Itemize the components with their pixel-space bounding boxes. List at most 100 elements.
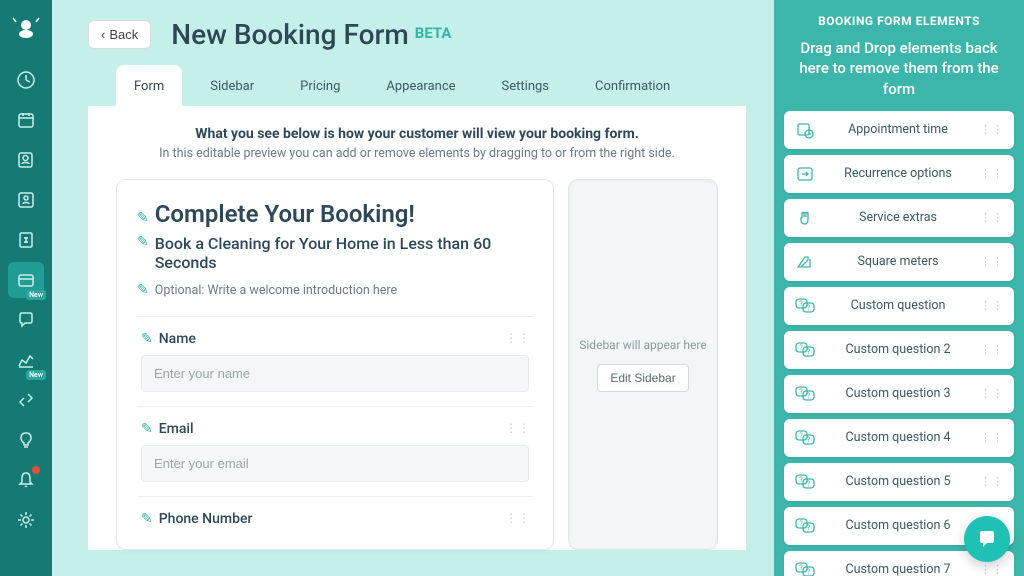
question-icon: ?? xyxy=(794,427,816,449)
element-label: Custom question 5 xyxy=(824,474,972,489)
tab-sidebar[interactable]: Sidebar xyxy=(192,65,272,106)
notification-dot xyxy=(32,466,40,474)
name-input[interactable] xyxy=(141,355,529,392)
nav-forms[interactable]: New xyxy=(8,262,44,298)
pencil-icon[interactable]: ✎ xyxy=(137,210,149,226)
element-label: Custom question xyxy=(824,298,972,313)
element-label: Appointment time xyxy=(824,122,972,137)
svg-text:?: ? xyxy=(807,524,811,532)
intro-sub: In this editable preview you can add or … xyxy=(116,146,718,161)
main-area: ‹ Back New Booking Form BETA Form Sideba… xyxy=(52,0,774,576)
nav-settings[interactable] xyxy=(8,502,44,538)
page-title: New Booking Form xyxy=(171,18,409,51)
element-card[interactable]: Square meters ⋮⋮ xyxy=(784,243,1014,281)
drag-handle-icon[interactable]: ⋮⋮ xyxy=(505,421,531,435)
nav-referrals[interactable] xyxy=(8,382,44,418)
element-card[interactable]: ??Custom question 4⋮⋮ xyxy=(784,419,1014,457)
question-icon: ?? xyxy=(794,515,816,537)
drag-handle-icon[interactable]: ⋮⋮ xyxy=(980,123,1004,136)
pencil-icon[interactable]: ✎ xyxy=(137,234,149,250)
pencil-icon[interactable]: ✎ xyxy=(137,282,149,298)
tab-confirmation[interactable]: Confirmation xyxy=(577,65,688,106)
field-label: Phone Number xyxy=(159,511,253,527)
nav-analytics[interactable]: New xyxy=(8,342,44,378)
tabs-bar: Form Sidebar Pricing Appearance Settings… xyxy=(88,65,746,106)
field-phone[interactable]: ⋮⋮ ✎ Phone Number xyxy=(137,496,533,549)
element-label: Custom question 3 xyxy=(824,386,972,401)
left-nav: New New xyxy=(0,0,52,576)
element-card[interactable]: Service extras⋮⋮ xyxy=(784,199,1014,237)
drag-handle-icon[interactable]: ⋮⋮ xyxy=(980,255,1004,268)
drag-handle-icon[interactable]: ⋮⋮ xyxy=(980,167,1004,180)
tab-settings[interactable]: Settings xyxy=(484,65,567,106)
intro-title: What you see below is how your customer … xyxy=(116,126,718,142)
email-input[interactable] xyxy=(141,445,529,482)
pencil-icon[interactable]: ✎ xyxy=(141,511,153,527)
tab-form[interactable]: Form xyxy=(116,65,182,106)
chat-icon xyxy=(976,528,998,550)
svg-text:?: ? xyxy=(807,392,811,400)
field-email[interactable]: ⋮⋮ ✎ Email xyxy=(137,406,533,496)
nav-suggestions[interactable] xyxy=(8,422,44,458)
element-card[interactable]: ?? Custom question 2 ⋮⋮ xyxy=(784,331,1014,369)
drag-handle-icon[interactable]: ⋮⋮ xyxy=(980,343,1004,356)
elements-panel-title: BOOKING FORM ELEMENTS xyxy=(784,14,1014,28)
form-subheading[interactable]: Book a Cleaning for Your Home in Less th… xyxy=(155,234,533,272)
drag-handle-icon[interactable]: ⋮⋮ xyxy=(505,511,531,525)
pencil-icon[interactable]: ✎ xyxy=(141,331,153,347)
ruler-icon xyxy=(794,251,816,273)
form-preview-panel: ✎ Complete Your Booking! ✎ Book a Cleaning… xyxy=(116,179,554,550)
edit-sidebar-button[interactable]: Edit Sidebar xyxy=(597,364,688,392)
question-icon: ?? xyxy=(794,295,816,317)
nav-dashboard[interactable] xyxy=(8,62,44,98)
new-badge: New xyxy=(26,290,46,300)
svg-text:?: ? xyxy=(807,480,811,488)
svg-text:?: ? xyxy=(807,304,811,312)
drag-handle-icon[interactable]: ⋮⋮ xyxy=(980,211,1004,224)
element-card[interactable]: Appointment time ⋮⋮ xyxy=(784,111,1014,149)
field-label: Name xyxy=(159,331,196,347)
question-icon: ?? xyxy=(794,559,816,576)
back-label: Back xyxy=(109,27,138,42)
element-card[interactable]: ??Custom question 5⋮⋮ xyxy=(784,463,1014,501)
drag-handle-icon[interactable]: ⋮⋮ xyxy=(980,563,1004,576)
chevron-left-icon: ‹ xyxy=(101,27,105,42)
hand-icon xyxy=(794,207,816,229)
drag-handle-icon[interactable]: ⋮⋮ xyxy=(505,331,531,345)
nav-notifications[interactable] xyxy=(8,462,44,498)
new-badge: New xyxy=(26,370,46,380)
welcome-text[interactable]: Optional: Write a welcome introduction h… xyxy=(155,283,397,298)
drag-handle-icon[interactable]: ⋮⋮ xyxy=(980,299,1004,312)
element-label: Custom question 6 xyxy=(824,518,972,533)
element-card[interactable]: ??Custom question 3⋮⋮ xyxy=(784,375,1014,413)
nav-invoice[interactable] xyxy=(8,222,44,258)
element-label: Custom question 2 xyxy=(824,342,972,357)
tab-appearance[interactable]: Appearance xyxy=(368,65,473,106)
nav-team[interactable] xyxy=(8,182,44,218)
chat-fab[interactable] xyxy=(964,516,1010,562)
sidebar-note: Sidebar will appear here xyxy=(579,338,706,352)
nav-contacts[interactable] xyxy=(8,142,44,178)
nav-calendar[interactable] xyxy=(8,102,44,138)
question-icon: ?? xyxy=(794,339,816,361)
sidebar-preview-panel: Sidebar will appear here Edit Sidebar xyxy=(568,179,718,550)
drag-handle-icon[interactable]: ⋮⋮ xyxy=(980,475,1004,488)
svg-text:?: ? xyxy=(807,348,811,356)
back-button[interactable]: ‹ Back xyxy=(88,20,151,49)
repeat-icon xyxy=(794,163,816,185)
field-label: Email xyxy=(159,421,194,437)
element-card[interactable]: ?? Custom question ⋮⋮ xyxy=(784,287,1014,325)
nav-chat[interactable] xyxy=(8,302,44,338)
calendar-clock-icon xyxy=(794,119,816,141)
beta-tag: BETA xyxy=(415,24,452,42)
svg-text:?: ? xyxy=(807,436,811,444)
element-label: Custom question 7 xyxy=(824,562,972,576)
element-card[interactable]: Recurrence options⋮⋮ xyxy=(784,155,1014,193)
field-name[interactable]: ⋮⋮ ✎ Name xyxy=(137,316,533,406)
tab-pricing[interactable]: Pricing xyxy=(282,65,358,106)
drag-handle-icon[interactable]: ⋮⋮ xyxy=(980,431,1004,444)
form-heading[interactable]: Complete Your Booking! xyxy=(155,200,415,228)
pencil-icon[interactable]: ✎ xyxy=(141,421,153,437)
drag-handle-icon[interactable]: ⋮⋮ xyxy=(980,387,1004,400)
element-label: Square meters xyxy=(824,254,972,269)
